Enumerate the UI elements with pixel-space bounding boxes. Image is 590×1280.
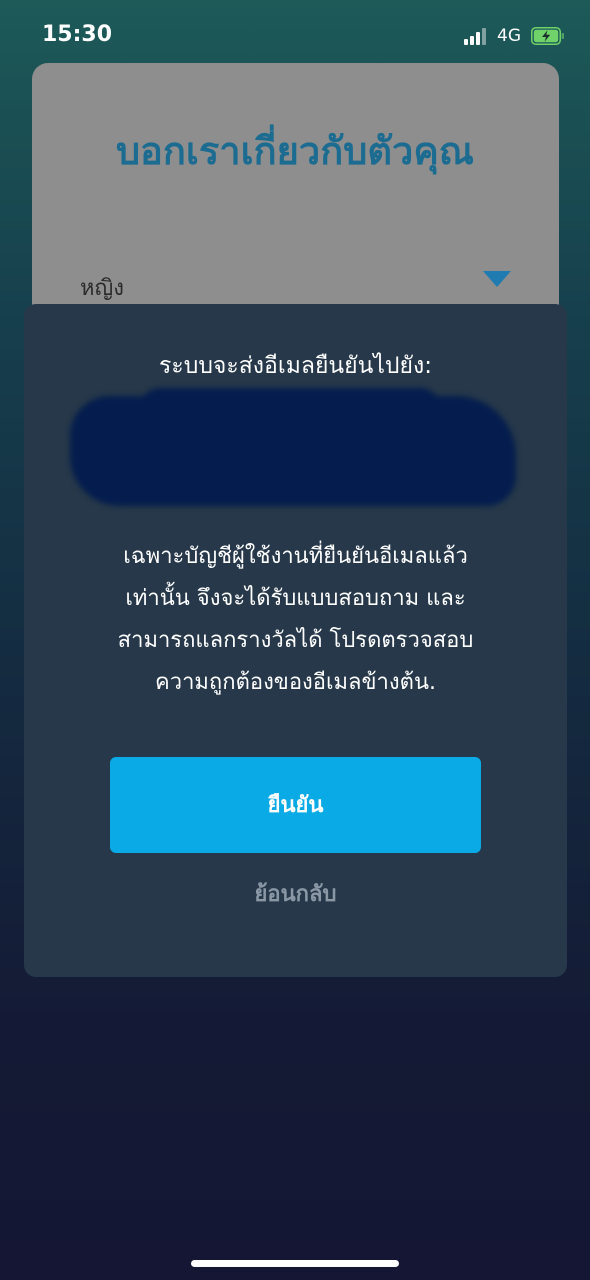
dialog-heading: ระบบจะส่งอีเมลยืนยันไปยัง: (159, 353, 432, 379)
dialog-message-line: ความถูกต้องของอีเมลข้างต้น. (155, 670, 436, 695)
dropdown-arrow-icon[interactable] (483, 271, 511, 287)
dialog-message-line: เฉพาะบัญชีผู้ใช้งานที่ยืนยันอีเมลแล้ว (123, 544, 468, 569)
home-indicator[interactable] (191, 1260, 399, 1267)
status-bar: 15:30 4G (0, 0, 590, 70)
signal-icon (464, 27, 490, 45)
dialog-message-line: เท่านั้น จึงจะได้รับแบบสอบถาม และ (125, 586, 466, 611)
profile-form-title: บอกเราเกี่ยวกับตัวคุณ (115, 129, 475, 173)
dialog-message-line: สามารถแลกรางวัลได้ โปรดตรวจสอบ (117, 628, 474, 653)
status-time: 15:30 (42, 22, 113, 47)
confirm-button[interactable]: ยืนยัน (110, 757, 481, 853)
dialog-message: เฉพาะบัญชีผู้ใช้งานที่ยืนยันอีเมลแล้ว เท… (64, 536, 527, 704)
gender-select-value[interactable]: หญิง (80, 270, 124, 305)
battery-charging-icon (531, 27, 564, 45)
back-button[interactable]: ย้อนกลับ (24, 876, 567, 911)
network-label: 4G (497, 26, 521, 46)
confirm-email-dialog: ระบบจะส่งอีเมลยืนยันไปยัง: เฉพาะบัญชีผู้… (24, 304, 567, 977)
redacted-email (70, 388, 516, 506)
